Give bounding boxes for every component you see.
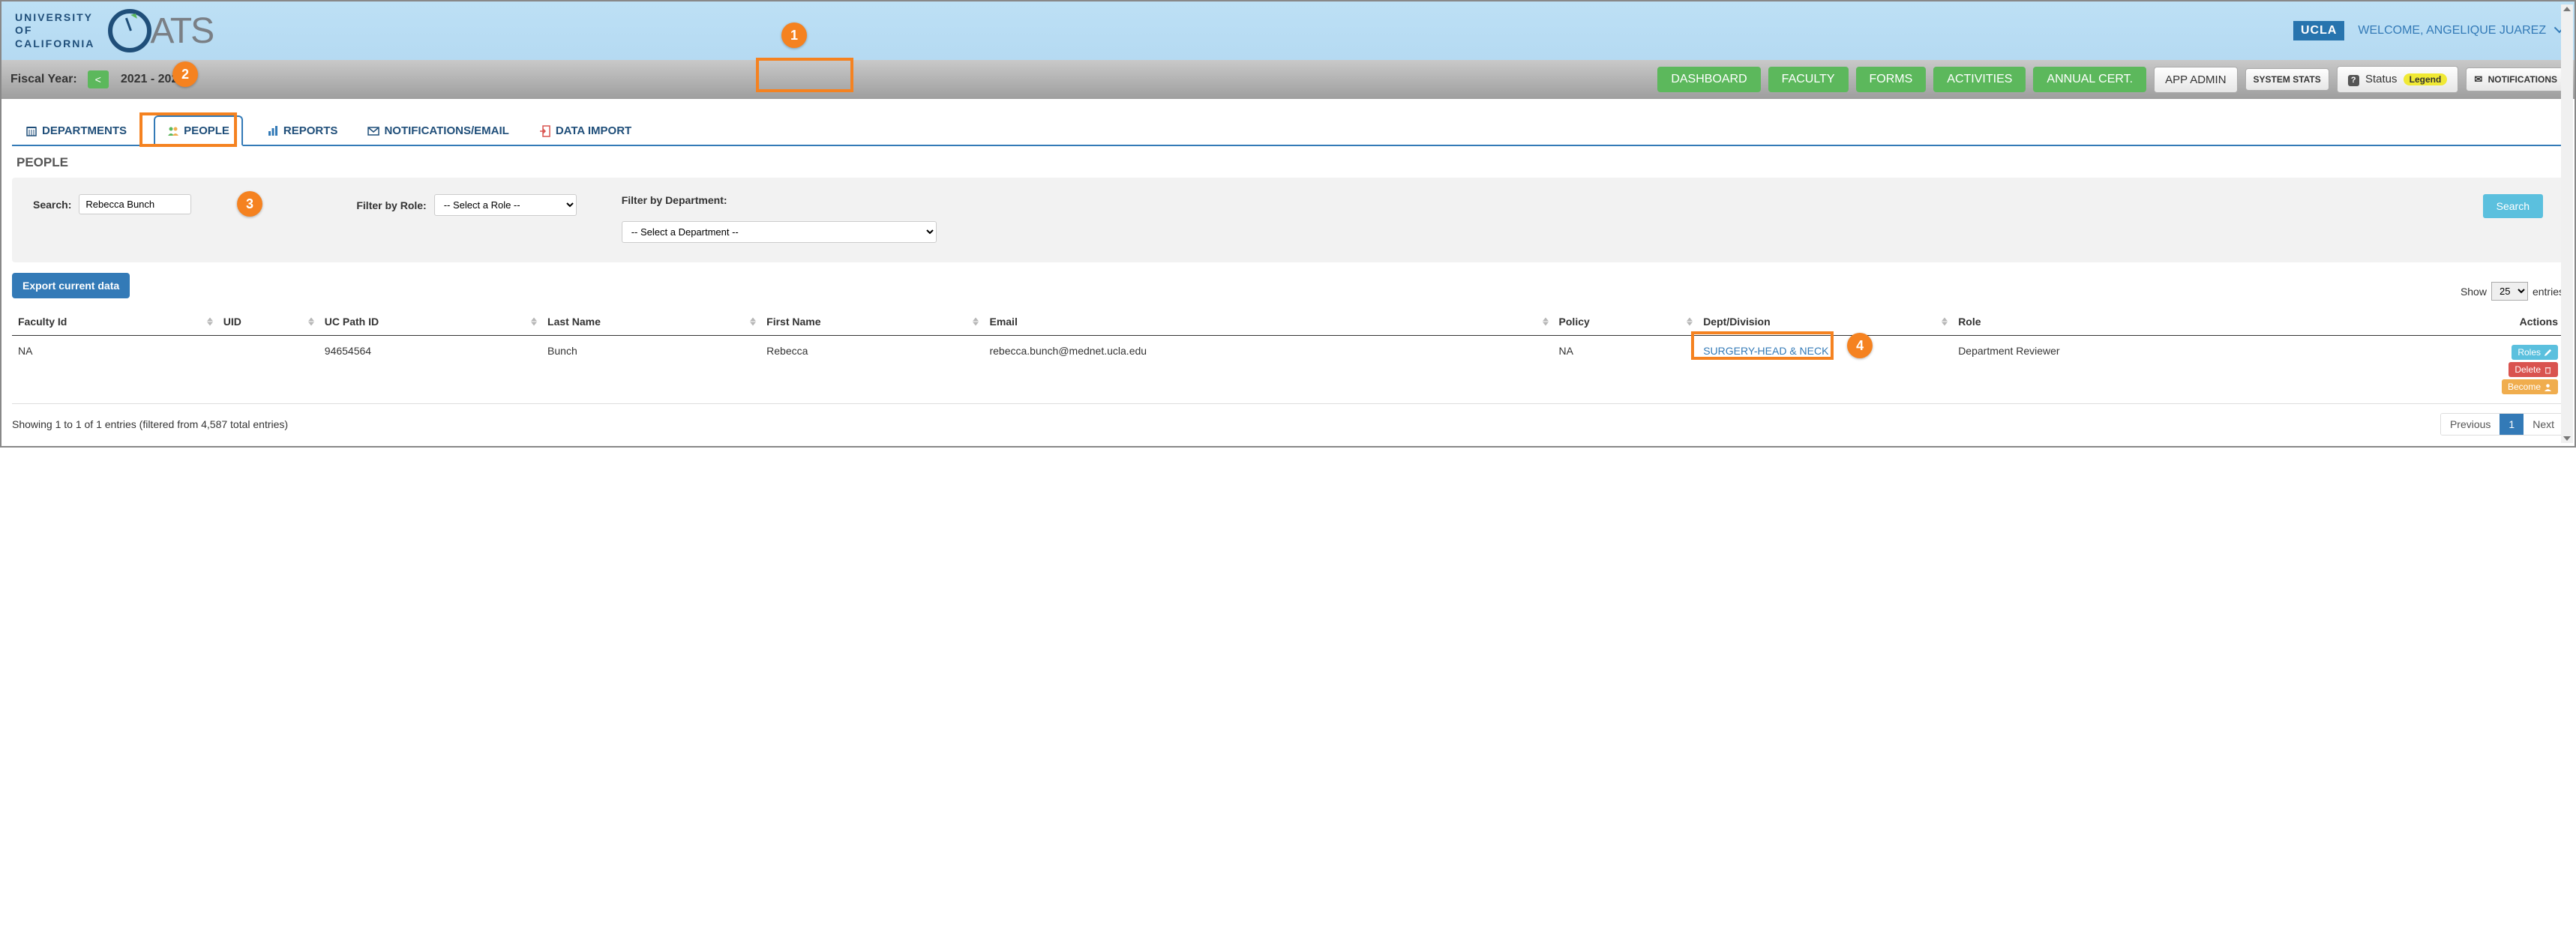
vertical-scrollbar[interactable]	[2561, 4, 2573, 443]
col-dept-division[interactable]: Dept/Division	[1697, 308, 1952, 336]
pencil-icon	[2544, 349, 2552, 357]
people-table: Faculty Id UID UC Path ID Last Name Firs…	[12, 308, 2564, 404]
col-first-name[interactable]: First Name	[760, 308, 983, 336]
nav-app-admin[interactable]: APP ADMIN	[2154, 67, 2237, 93]
welcome-text: WELCOME, ANGELIQUE JUAREZ	[2358, 24, 2546, 37]
action-roles-button[interactable]: Roles	[2512, 345, 2558, 360]
table-row: NA 94654564 Bunch Rebecca rebecca.bunch@…	[12, 336, 2564, 404]
nav-status-legend[interactable]: ? Status Legend	[2337, 66, 2459, 93]
page-title: PEOPLE	[16, 155, 2564, 170]
nav-activities[interactable]: ACTIVITIES	[1933, 67, 2026, 92]
help-icon: ?	[2348, 75, 2359, 86]
user-icon	[2544, 383, 2552, 391]
pager-previous[interactable]: Previous	[2441, 414, 2500, 435]
tab-reports[interactable]: REPORTS	[264, 117, 344, 145]
bar-chart-icon	[267, 125, 279, 137]
col-uid[interactable]: UID	[217, 308, 319, 336]
filter-role-select[interactable]: -- Select a Role --	[434, 194, 577, 216]
tab-reports-label: REPORTS	[283, 124, 338, 137]
envelope-icon	[367, 125, 379, 137]
fiscal-year-label: Fiscal Year:	[10, 73, 77, 86]
callout-badge-4: 4	[1847, 333, 1873, 358]
envelope-icon: ✉	[2474, 73, 2482, 85]
entries-per-page-select[interactable]: 25	[2491, 282, 2528, 301]
oats-logo: ATS	[108, 9, 213, 52]
cell-email: rebecca.bunch@mednet.ucla.edu	[983, 336, 1552, 404]
tab-departments[interactable]: DEPARTMENTS	[22, 117, 133, 145]
scroll-up-icon	[2563, 7, 2571, 11]
pagination: Previous 1 Next	[2440, 413, 2564, 436]
show-entries-label: Show	[2461, 286, 2487, 298]
nav-annual-cert[interactable]: ANNUAL CERT.	[2033, 67, 2146, 92]
main-navbar: Fiscal Year: < 2021 - 2022 DASHBOARD FAC…	[1, 60, 2575, 99]
cell-faculty-id: NA	[12, 336, 217, 404]
entries-suffix: entries	[2533, 286, 2564, 298]
ucla-badge: UCLA	[2293, 21, 2344, 40]
admin-tabstrip: DEPARTMENTS PEOPLE REPORTS NOTIFICATIONS…	[12, 115, 2564, 146]
pager-next[interactable]: Next	[2524, 414, 2563, 435]
app-header: UNIVERSITY OF CALIFORNIA ATS UCLA WELCOM…	[1, 1, 2575, 60]
nav-forms[interactable]: FORMS	[1856, 67, 1927, 92]
action-delete-button[interactable]: Delete	[2509, 362, 2558, 377]
status-label: Status	[2365, 73, 2398, 85]
nav-dashboard[interactable]: DASHBOARD	[1657, 67, 1760, 92]
nav-faculty[interactable]: FACULTY	[1768, 67, 1849, 92]
tab-departments-label: DEPARTMENTS	[42, 124, 127, 137]
table-info-text: Showing 1 to 1 of 1 entries (filtered fr…	[12, 418, 288, 430]
pager-page-1[interactable]: 1	[2500, 414, 2524, 435]
trash-icon	[2544, 366, 2552, 374]
clock-icon	[108, 9, 151, 52]
tab-notif-email-label: NOTIFICATIONS/EMAIL	[384, 124, 508, 137]
filter-role-label: Filter by Role:	[356, 199, 426, 211]
oats-text: ATS	[150, 10, 213, 52]
search-input[interactable]	[79, 194, 191, 214]
legend-pill: Legend	[2404, 73, 2448, 85]
col-faculty-id[interactable]: Faculty Id	[12, 308, 217, 336]
tab-people[interactable]: PEOPLE	[154, 115, 243, 146]
filter-dept-select[interactable]: -- Select a Department --	[622, 221, 937, 243]
col-role[interactable]: Role	[1952, 308, 2334, 336]
scroll-down-icon	[2563, 436, 2571, 441]
tab-data-import-label: DATA IMPORT	[556, 124, 631, 137]
welcome-user-link[interactable]: WELCOME, ANGELIQUE JUAREZ	[2358, 24, 2561, 37]
filter-panel: Search: Filter by Role: -- Select a Role…	[12, 178, 2564, 262]
people-icon	[167, 125, 179, 137]
search-label: Search:	[33, 199, 71, 211]
cell-uid	[217, 336, 319, 404]
action-become-button[interactable]: Become	[2502, 379, 2558, 394]
col-actions: Actions	[2335, 308, 2564, 336]
nav-notifications[interactable]: ✉ NOTIFICATIONS	[2466, 67, 2566, 91]
callout-badge-3: 3	[237, 191, 262, 217]
filter-dept-label: Filter by Department:	[622, 194, 727, 206]
cell-role: Department Reviewer	[1952, 336, 2334, 404]
cell-policy: NA	[1553, 336, 1698, 404]
tab-data-import[interactable]: DATA IMPORT	[536, 117, 637, 145]
callout-box-1	[756, 58, 853, 92]
tab-people-label: PEOPLE	[184, 124, 229, 137]
search-button[interactable]: Search	[2483, 194, 2543, 218]
cell-uc-path-id: 94654564	[319, 336, 541, 404]
nav-system-stats[interactable]: SYSTEM STATS	[2245, 68, 2329, 91]
col-uc-path-id[interactable]: UC Path ID	[319, 308, 541, 336]
uc-brand-text: UNIVERSITY OF CALIFORNIA	[15, 11, 94, 51]
col-email[interactable]: Email	[983, 308, 1552, 336]
dept-division-link[interactable]: SURGERY-HEAD & NECK	[1703, 345, 1828, 357]
col-policy[interactable]: Policy	[1553, 308, 1698, 336]
cell-last-name: Bunch	[541, 336, 760, 404]
fiscal-year-prev-button[interactable]: <	[88, 70, 109, 88]
import-icon	[539, 125, 551, 137]
export-current-data-button[interactable]: Export current data	[12, 273, 130, 298]
notifications-label: NOTIFICATIONS	[2488, 74, 2557, 85]
tab-notifications-email[interactable]: NOTIFICATIONS/EMAIL	[364, 117, 514, 145]
col-last-name[interactable]: Last Name	[541, 308, 760, 336]
building-icon	[25, 125, 37, 137]
callout-badge-1: 1	[781, 22, 807, 48]
callout-badge-2: 2	[172, 61, 198, 87]
cell-first-name: Rebecca	[760, 336, 983, 404]
